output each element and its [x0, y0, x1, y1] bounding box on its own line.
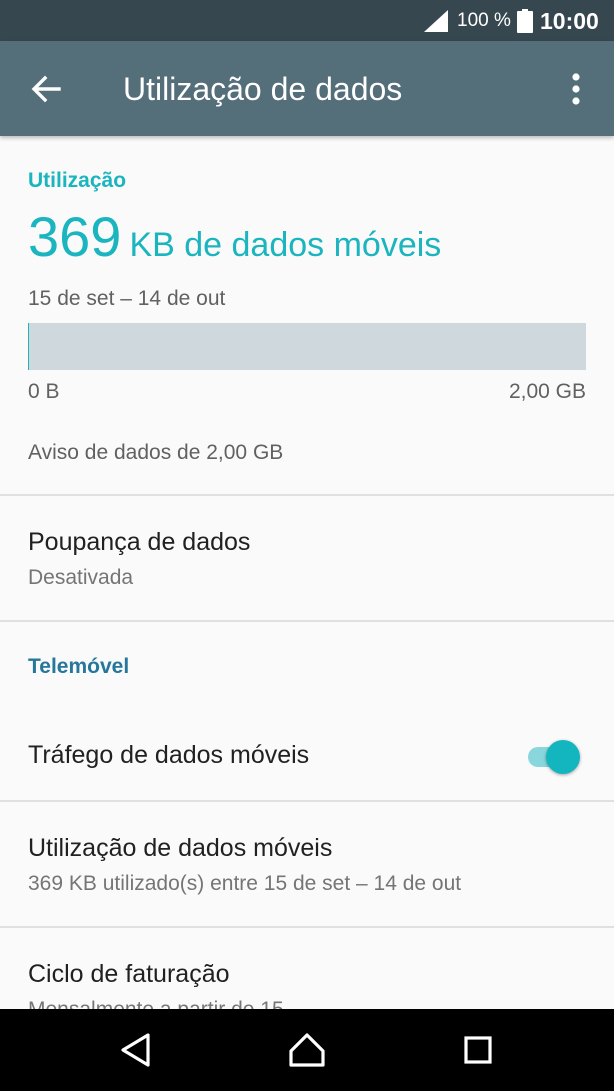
- data-saver-title: Poupança de dados: [28, 528, 251, 556]
- billing-cycle-summary: Mensalmente a partir de 15: [28, 997, 284, 1009]
- signal-icon: [424, 10, 448, 32]
- usage-period: 15 de set – 14 de out: [28, 287, 226, 310]
- mobile-section-label: Telemóvel: [28, 655, 130, 678]
- battery-percent: 100 %: [457, 10, 511, 31]
- usage-amount-unit: KB de dados móveis: [129, 226, 442, 264]
- clock: 10:00: [540, 8, 599, 34]
- app-bar: Utilização de dados: [0, 41, 614, 136]
- mobile-usage-title: Utilização de dados móveis: [28, 834, 333, 862]
- data-warning-text[interactable]: Aviso de dados de 2,00 GB: [28, 440, 283, 466]
- usage-bar-max-label: 2,00 GB: [508, 380, 586, 403]
- navigation-bar: [0, 1009, 614, 1091]
- billing-cycle-item[interactable]: Ciclo de faturação Mensalmente a partir …: [0, 928, 614, 1009]
- mobile-usage-summary: 369 KB utilizado(s) entre 15 de set – 14…: [28, 872, 462, 895]
- data-saver-item[interactable]: Poupança de dados Desativada: [0, 496, 614, 620]
- settings-content[interactable]: Utilização 369 KB de dados móveis 15 de s…: [0, 136, 614, 1009]
- mobile-usage-item[interactable]: Utilização de dados móveis 369 KB utiliz…: [0, 802, 614, 926]
- usage-amount: 369 KB de dados móveis: [28, 204, 441, 278]
- page-title: Utilização de dados: [123, 71, 403, 107]
- back-arrow-icon[interactable]: [26, 69, 66, 109]
- usage-section-label: Utilização: [28, 169, 127, 192]
- recents-icon[interactable]: [458, 1030, 498, 1070]
- mobile-traffic-toggle[interactable]: [524, 736, 584, 776]
- battery-icon: [517, 9, 533, 33]
- usage-amount-value: 369: [28, 205, 122, 268]
- toggle-thumb: [546, 740, 580, 774]
- back-triangle-icon[interactable]: [117, 1030, 157, 1070]
- divider: [0, 620, 614, 622]
- mobile-traffic-item[interactable]: Tráfego de dados móveis: [0, 710, 614, 800]
- billing-cycle-title: Ciclo de faturação: [28, 960, 230, 988]
- more-vert-icon[interactable]: [560, 69, 592, 109]
- data-saver-summary: Desativada: [28, 566, 134, 589]
- mobile-traffic-title: Tráfego de dados móveis: [28, 741, 310, 769]
- status-bar: 100 % 10:00: [0, 0, 614, 41]
- home-icon[interactable]: [287, 1030, 327, 1070]
- usage-progress-bar: [28, 323, 586, 370]
- usage-bar-min-label: 0 B: [28, 380, 60, 403]
